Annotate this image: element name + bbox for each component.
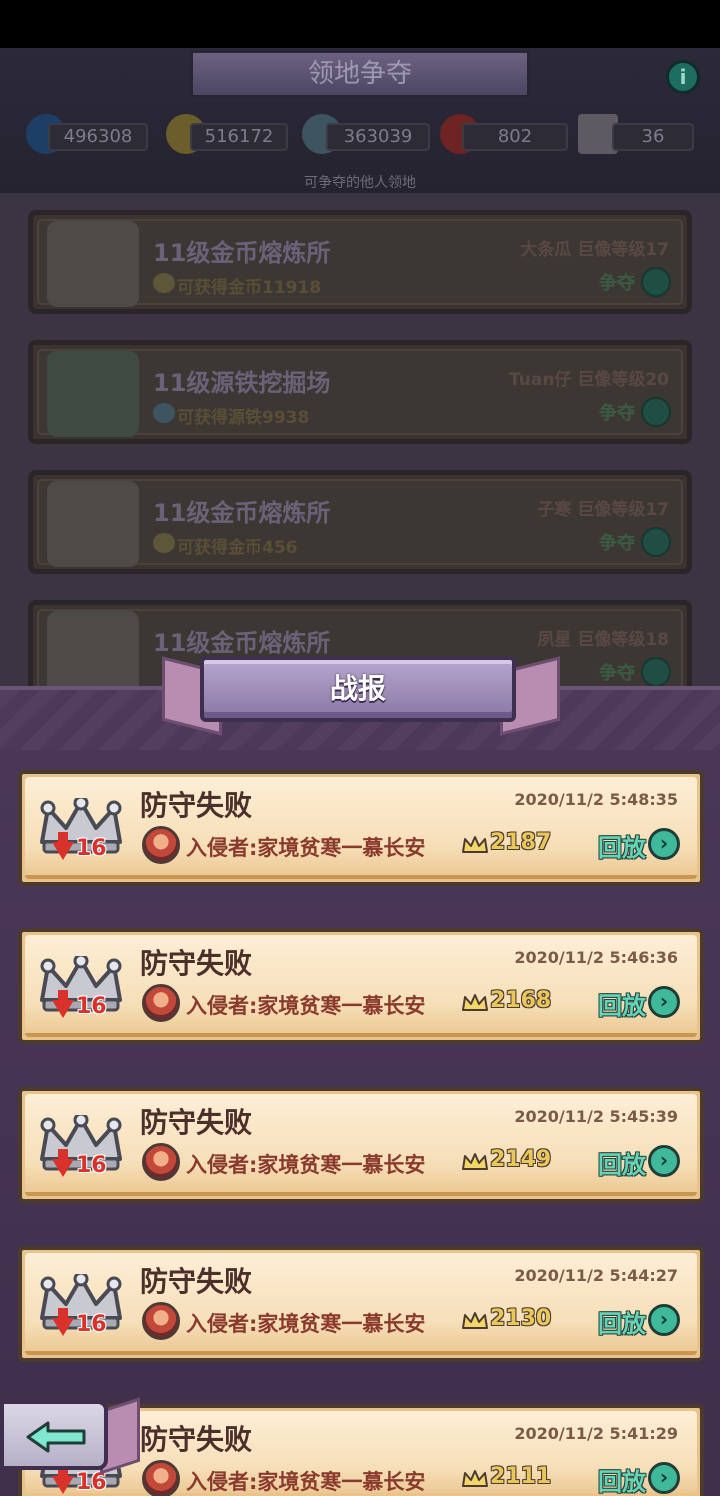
arrow-right-icon[interactable]: ›: [648, 1145, 680, 1177]
back-button[interactable]: [0, 1400, 108, 1470]
invader-avatar: [142, 1460, 180, 1496]
contest-button[interactable]: 争夺: [599, 399, 635, 425]
territory-card: 11级金币熔炼所 可获得金币456 子寒 巨像等级17 争夺: [28, 470, 692, 574]
trophy-loss: 16: [52, 1308, 122, 1342]
back-arrow-icon: [26, 1421, 86, 1453]
gold-smelter-icon: [47, 221, 139, 307]
gold-smelter-icon: [47, 611, 139, 697]
replay-button[interactable]: 回放: [598, 1462, 646, 1496]
territory-title: 领地争夺: [190, 50, 530, 98]
info-icon[interactable]: i: [666, 60, 700, 94]
territory-card: 11级金币熔炼所 可获得金币11918 大条瓜 巨像等级17 争夺: [28, 210, 692, 314]
report-time: 2020/11/2 5:41:29: [514, 1424, 678, 1443]
invader-name: 入侵者:家境贫寒一慕长安: [186, 1470, 426, 1494]
replay-button[interactable]: 回放: [598, 828, 646, 863]
resource-gold: 516172: [190, 123, 288, 151]
trophy-count: 2187: [490, 830, 552, 855]
crown-trophy-icon: [462, 836, 488, 853]
report-result: 防守失败: [140, 789, 253, 822]
trophy-count: 2168: [490, 988, 552, 1013]
invader-avatar: [142, 826, 180, 864]
trophy-count: 2149: [490, 1147, 552, 1172]
down-arrow-icon: [52, 1308, 74, 1336]
down-arrow-icon: [52, 1149, 74, 1177]
trophy-loss: 16: [52, 1466, 122, 1496]
arrow-right-icon[interactable]: ›: [648, 1304, 680, 1336]
crown-trophy-icon: [462, 1153, 488, 1170]
replay-button[interactable]: 回放: [598, 1145, 646, 1180]
trophy-loss: 16: [52, 1149, 122, 1183]
arrow-right-icon[interactable]: ›: [648, 986, 680, 1018]
invader-name: 入侵者:家境贫寒一慕长安: [186, 836, 426, 860]
contest-button[interactable]: 争夺: [599, 269, 635, 295]
crown-trophy-icon: [462, 1312, 488, 1329]
source-iron-icon: [153, 403, 175, 423]
report-result: 防守失败: [140, 1265, 253, 1298]
territory-card: 11级源铁挖掘场 可获得源铁9938 Tuan仔 巨像等级20 争夺: [28, 340, 692, 444]
replay-button[interactable]: 回放: [598, 986, 646, 1021]
trophy-count: 2111: [490, 1464, 552, 1489]
resource-ticket: 36: [612, 123, 694, 151]
invader-name: 入侵者:家境贫寒一慕长安: [186, 1312, 426, 1336]
status-bar: [0, 0, 720, 48]
report-result: 防守失败: [140, 1106, 253, 1139]
iron-mine-icon: [47, 351, 139, 437]
contest-button[interactable]: 争夺: [599, 659, 635, 685]
invader-avatar: [142, 1143, 180, 1181]
invader-name: 入侵者:家境贫寒一慕长安: [186, 994, 426, 1018]
report-result: 防守失败: [140, 1423, 253, 1456]
trophy-count: 2130: [490, 1306, 552, 1331]
arrow-right-icon[interactable]: [641, 527, 671, 557]
replay-button[interactable]: 回放: [598, 1304, 646, 1339]
report-card: 16 防守失败 2020/11/2 5:44:27 入侵者:家境贫寒一慕长安 2…: [18, 1246, 704, 1362]
report-time: 2020/11/2 5:46:36: [514, 948, 678, 967]
down-arrow-icon: [52, 990, 74, 1018]
panel-title: 战报: [329, 672, 386, 705]
panel-title-banner: 战报: [200, 656, 516, 722]
report-time: 2020/11/2 5:44:27: [514, 1266, 678, 1285]
territory-subtitle: 可争夺的他人领地: [304, 175, 416, 191]
resource-iron: 363039: [326, 123, 430, 151]
resource-dumbbell: 802: [462, 123, 568, 151]
report-time: 2020/11/2 5:48:35: [514, 790, 678, 809]
report-card: 16 防守失败 2020/11/2 5:48:35 入侵者:家境贫寒一慕长安 2…: [18, 770, 704, 886]
resource-water: 496308: [48, 123, 148, 151]
report-card: 16 防守失败 2020/11/2 5:46:36 入侵者:家境贫寒一慕长安 2…: [18, 928, 704, 1044]
gold-coin-icon: [153, 533, 175, 553]
arrow-right-icon[interactable]: [641, 267, 671, 297]
arrow-right-icon[interactable]: [641, 397, 671, 427]
arrow-right-icon[interactable]: ›: [648, 828, 680, 860]
invader-avatar: [142, 1302, 180, 1340]
down-arrow-icon: [52, 832, 74, 860]
trophy-loss: 16: [52, 832, 122, 866]
gold-smelter-icon: [47, 481, 139, 567]
down-arrow-icon: [52, 1466, 74, 1494]
crown-trophy-icon: [462, 1470, 488, 1487]
invader-avatar: [142, 984, 180, 1022]
contest-button[interactable]: 争夺: [599, 529, 635, 555]
arrow-right-icon[interactable]: [641, 657, 671, 687]
report-result: 防守失败: [140, 947, 253, 980]
invader-name: 入侵者:家境贫寒一慕长安: [186, 1153, 426, 1177]
crown-trophy-icon: [462, 994, 488, 1011]
gold-coin-icon: [153, 273, 175, 293]
trophy-loss: 16: [52, 990, 122, 1024]
arrow-right-icon[interactable]: ›: [648, 1462, 680, 1494]
report-time: 2020/11/2 5:45:39: [514, 1107, 678, 1126]
report-card: 16 防守失败 2020/11/2 5:45:39 入侵者:家境贫寒一慕长安 2…: [18, 1087, 704, 1203]
